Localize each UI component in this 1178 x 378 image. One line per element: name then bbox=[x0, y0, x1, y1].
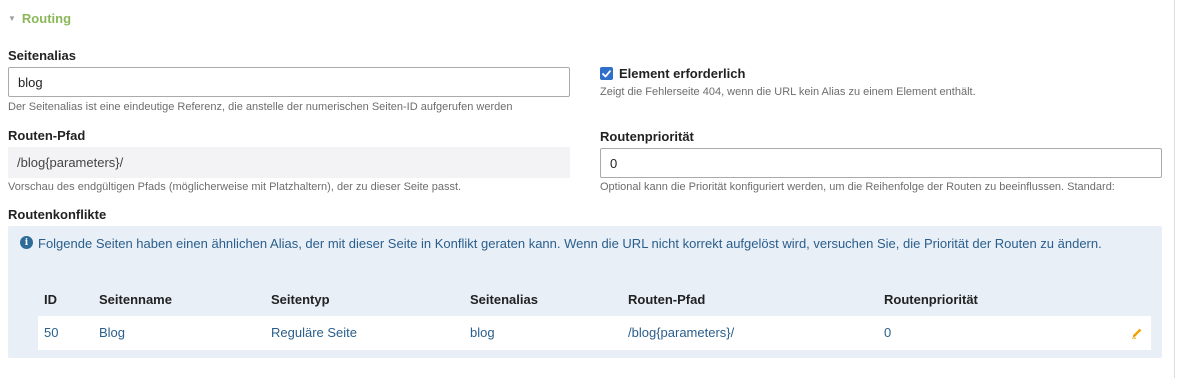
table-header: ID Seitenname Seitentyp Seitenalias Rout… bbox=[38, 284, 1151, 314]
route-path-preview: /blog{parameters}/ bbox=[8, 147, 570, 178]
cell-id[interactable]: 50 bbox=[44, 325, 58, 340]
alias-help: Der Seitenalias ist eine eindeutige Refe… bbox=[8, 101, 513, 113]
cell-alias[interactable]: blog bbox=[470, 325, 495, 340]
cell-page-name[interactable]: Blog bbox=[99, 325, 125, 340]
alias-input[interactable] bbox=[8, 67, 570, 97]
conflicts-info-text: Folgende Seiten haben einen ähnlichen Al… bbox=[38, 236, 1102, 251]
section-title: Routing bbox=[21, 11, 72, 26]
required-element-label: Element erforderlich bbox=[619, 66, 746, 81]
col-header-alias: Seitenalias bbox=[470, 292, 538, 307]
routing-panel: ▼ Routing Seitenalias Der Seitenalias is… bbox=[0, 0, 1175, 378]
col-header-page-type: Seitentyp bbox=[271, 292, 330, 307]
caret-down-icon: ▼ bbox=[8, 14, 16, 23]
col-header-id: ID bbox=[44, 292, 57, 307]
alias-label: Seitenalias bbox=[8, 48, 76, 63]
pencil-icon[interactable] bbox=[1131, 326, 1143, 344]
route-priority-label: Routenpriorität bbox=[600, 129, 694, 144]
table-row[interactable]: 50 Blog Reguläre Seite blog /blog{parame… bbox=[38, 316, 1151, 350]
col-header-route-path: Routen-Pfad bbox=[628, 292, 706, 307]
conflicts-label: Routenkonflikte bbox=[8, 207, 107, 222]
route-path-help: Vorschau des endgültigen Pfads (mögliche… bbox=[8, 181, 462, 193]
section-toggle[interactable]: ▼ Routing bbox=[8, 11, 71, 26]
cell-route-priority[interactable]: 0 bbox=[884, 325, 891, 340]
col-header-route-priority: Routenpriorität bbox=[884, 292, 978, 307]
col-header-page-name: Seitenname bbox=[99, 292, 172, 307]
cell-route-path[interactable]: /blog{parameters}/ bbox=[628, 325, 734, 340]
required-element-row[interactable]: Element erforderlich bbox=[600, 66, 745, 81]
info-icon: i bbox=[20, 236, 33, 249]
conflicts-table: ID Seitenname Seitentyp Seitenalias Rout… bbox=[38, 284, 1151, 350]
route-priority-help: Optional kann die Priorität konfiguriert… bbox=[600, 181, 1115, 193]
conflicts-info-box: i Folgende Seiten haben einen ähnlichen … bbox=[8, 226, 1162, 358]
cell-page-type[interactable]: Reguläre Seite bbox=[271, 325, 357, 340]
route-priority-input[interactable] bbox=[600, 148, 1162, 178]
checkmark-icon bbox=[602, 69, 611, 77]
route-path-label: Routen-Pfad bbox=[8, 128, 86, 143]
required-element-help: Zeigt die Fehlerseite 404, wenn die URL … bbox=[600, 86, 976, 98]
required-element-checkbox[interactable] bbox=[600, 67, 613, 80]
